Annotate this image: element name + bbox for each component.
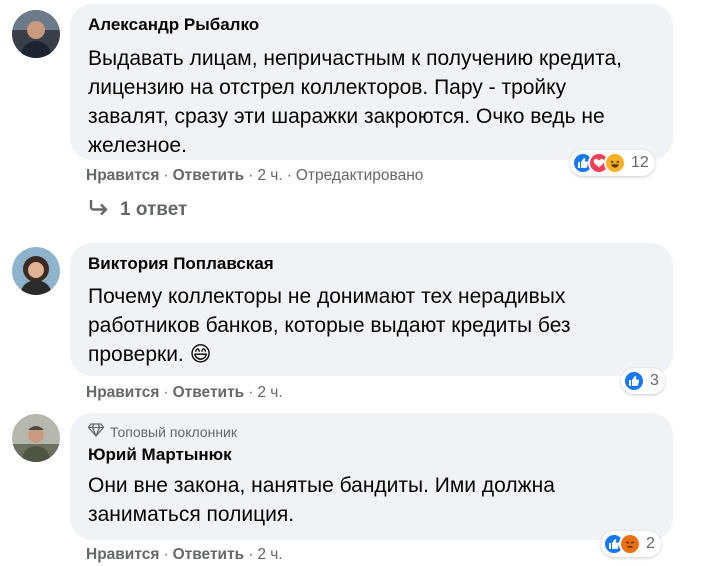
comment-actions: Нравится · Ответить · 2 ч. xyxy=(86,546,283,564)
like-link[interactable]: Нравится xyxy=(86,384,159,402)
separator-dot: · xyxy=(163,546,169,563)
separator-dot: · xyxy=(163,167,169,184)
separator-dot: · xyxy=(286,167,292,184)
separator-dot: · xyxy=(248,546,254,563)
comment-author[interactable]: Юрий Мартынюк xyxy=(88,444,655,466)
reply-link[interactable]: Ответить xyxy=(173,167,245,185)
like-icon xyxy=(623,370,645,392)
reply-arrow-icon xyxy=(88,199,110,221)
like-link[interactable]: Нравится xyxy=(86,546,159,564)
comment-time[interactable]: 2 ч. xyxy=(257,167,282,185)
reaction-summary[interactable]: 3 xyxy=(621,368,665,394)
haha-icon xyxy=(604,152,626,174)
diamond-icon xyxy=(87,423,105,441)
separator-dot: · xyxy=(248,384,254,401)
separator-dot: · xyxy=(163,384,169,401)
comment-text-body: Почему коллекторы не донимают тех неради… xyxy=(88,285,571,366)
avatar[interactable] xyxy=(12,247,60,295)
like-link[interactable]: Нравится xyxy=(86,167,159,185)
comment-text: Они вне закона, нанятые бандиты. Ими дол… xyxy=(88,474,555,526)
grin-emoji-icon: 😄 xyxy=(189,343,212,366)
comment-bubble: Александр Рыбалко Выдавать лицам, неприч… xyxy=(70,4,673,160)
reaction-count: 2 xyxy=(646,535,655,552)
top-fan-badge[interactable]: Топовый поклонник xyxy=(87,423,655,441)
avatar[interactable] xyxy=(12,414,60,462)
view-replies-button[interactable]: 1 ответ xyxy=(88,199,187,221)
reaction-count: 12 xyxy=(631,154,649,171)
comment-time[interactable]: 2 ч. xyxy=(257,546,282,564)
separator-dot: · xyxy=(248,167,254,184)
replies-count: 1 ответ xyxy=(120,199,188,220)
reaction-summary[interactable]: 12 xyxy=(570,150,655,176)
badge-label: Топовый поклонник xyxy=(110,424,237,440)
comment-actions: Нравится · Ответить · 2 ч. xyxy=(86,384,283,402)
reply-link[interactable]: Ответить xyxy=(173,546,245,564)
comment-actions: Нравится · Ответить · 2 ч. · Отредактиро… xyxy=(86,167,423,185)
comment-text: Почему коллекторы не донимают тех неради… xyxy=(88,282,655,369)
avatar[interactable] xyxy=(12,10,60,58)
reply-link[interactable]: Ответить xyxy=(173,384,245,402)
edited-label[interactable]: Отредактировано xyxy=(296,167,424,185)
comment-bubble: Виктория Поплавская Почему коллекторы не… xyxy=(70,243,673,376)
angry-icon xyxy=(619,533,641,555)
comment-text: Выдавать лицам, непричастным к получению… xyxy=(88,47,622,157)
comment-bubble: Топовый поклонник Юрий Мартынюк Они вне … xyxy=(70,413,673,540)
reaction-count: 3 xyxy=(650,372,659,389)
comment-time[interactable]: 2 ч. xyxy=(257,384,282,402)
reaction-summary[interactable]: 2 xyxy=(601,531,661,557)
comment-author[interactable]: Виктория Поплавская xyxy=(88,253,655,275)
comment-author[interactable]: Александр Рыбалко xyxy=(88,14,655,36)
